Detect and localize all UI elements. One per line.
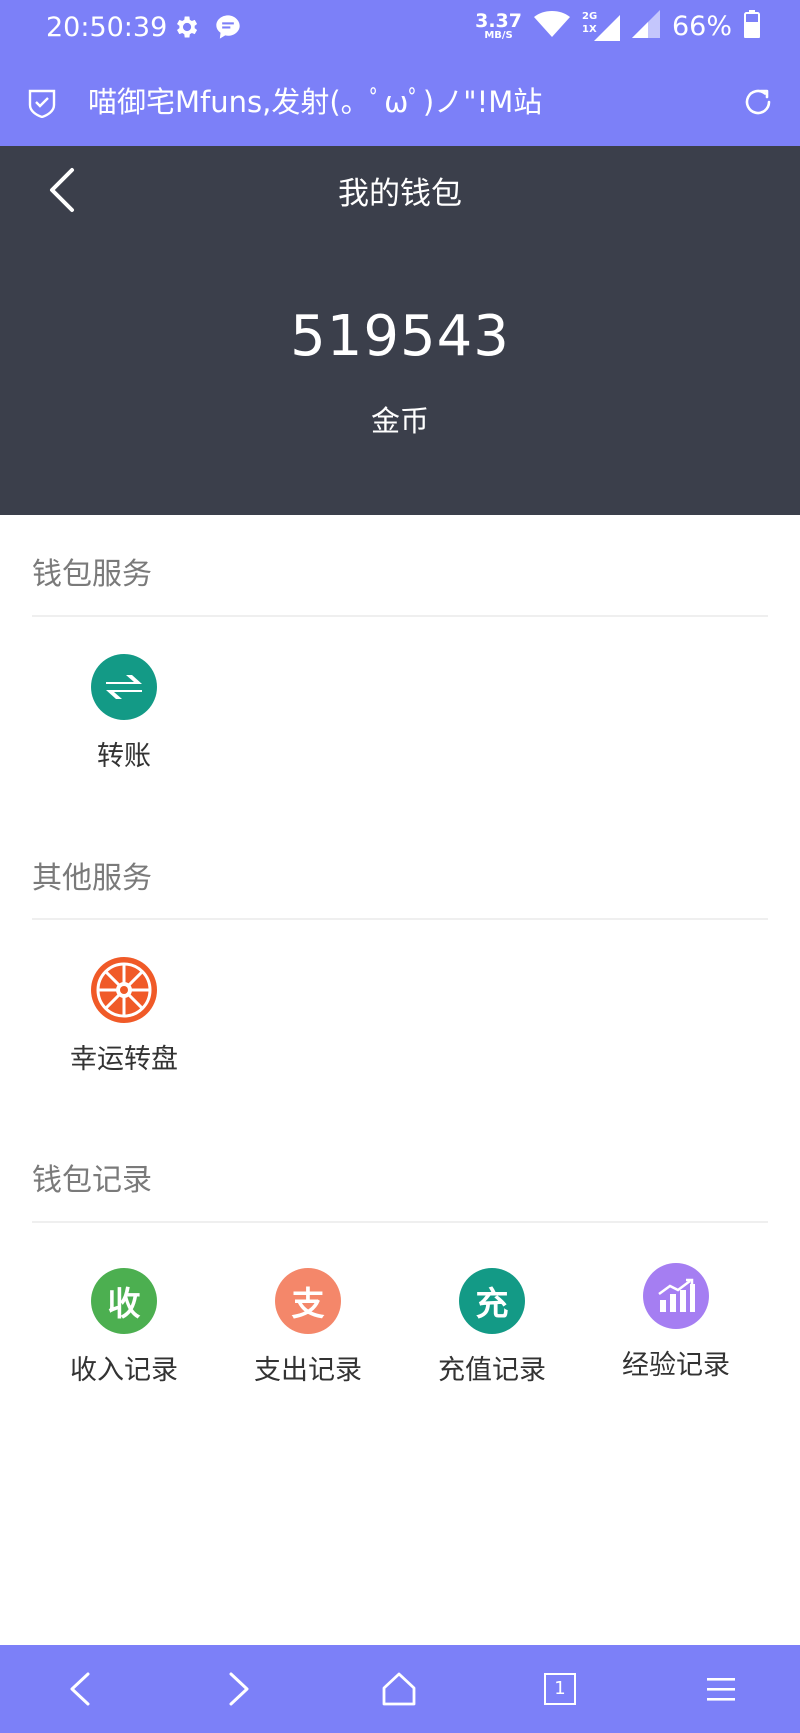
tab-count: 1 xyxy=(544,1673,576,1705)
message-bubble-icon xyxy=(214,13,242,45)
expense-icon: 支 xyxy=(275,1268,341,1334)
income-record-label: 收入记录 xyxy=(70,1355,178,1386)
lucky-wheel-label: 幸运转盘 xyxy=(70,1044,178,1075)
section-title-wallet-records: 钱包记录 xyxy=(32,1163,152,1198)
status-notification-icons xyxy=(172,13,242,45)
page-title-wallet: 我的钱包 xyxy=(338,176,462,212)
nav-forward-icon[interactable] xyxy=(217,1667,261,1711)
security-shield-icon[interactable] xyxy=(28,88,56,122)
transfer-button[interactable]: 转账 xyxy=(32,654,216,773)
income-record-button[interactable]: 收 收入记录 xyxy=(32,1268,216,1387)
coin-unit-label: 金币 xyxy=(370,404,429,438)
nav-home-icon[interactable] xyxy=(377,1667,421,1711)
lucky-wheel-button[interactable]: 幸运转盘 xyxy=(32,957,216,1076)
cellular-signal-2-icon xyxy=(631,10,660,42)
reload-icon[interactable] xyxy=(742,86,774,122)
nav-back-icon[interactable] xyxy=(58,1667,102,1711)
nav-menu-icon[interactable] xyxy=(699,1667,743,1711)
expense-record-label: 支出记录 xyxy=(254,1355,362,1386)
transfer-label: 转账 xyxy=(97,741,151,772)
nav-tabs-icon[interactable]: 1 xyxy=(538,1667,582,1711)
transfer-icon xyxy=(91,654,157,720)
status-system-icons: 3.37 MB/S 2G 1X 66% xyxy=(475,10,760,42)
browser-address-bar: 喵御宅Mfuns,发射(。ﾟωﾟ)ノ"!M站 xyxy=(0,58,800,146)
coin-balance: 519543 xyxy=(290,304,510,369)
section-title-wallet-services: 钱包服务 xyxy=(32,557,152,592)
divider xyxy=(32,615,768,617)
status-time: 20:50:39 xyxy=(46,12,168,43)
cellular-signal-icon: 2G 1X xyxy=(582,11,620,41)
browser-bottom-nav: 1 xyxy=(0,1645,800,1733)
battery-icon xyxy=(744,10,760,42)
wallet-header: 我的钱包 519543 金币 xyxy=(0,146,800,515)
settings-gear-icon xyxy=(172,13,200,45)
divider xyxy=(32,1221,768,1223)
recharge-icon: 充 xyxy=(459,1268,525,1334)
page-title[interactable]: 喵御宅Mfuns,发射(。ﾟωﾟ)ノ"!M站 xyxy=(88,58,668,146)
divider xyxy=(32,918,768,920)
wifi-icon xyxy=(533,10,570,42)
recharge-record-label: 充值记录 xyxy=(438,1355,546,1386)
experience-chart-icon xyxy=(643,1263,709,1329)
lucky-wheel-icon xyxy=(91,957,157,1023)
network-speed: 3.37 MB/S xyxy=(475,9,522,41)
section-title-other-services: 其他服务 xyxy=(32,861,152,896)
income-icon: 收 xyxy=(91,1268,157,1334)
status-bar: 20:50:39 3.37 MB/S 2G 1X 66% xyxy=(0,0,800,58)
recharge-record-button[interactable]: 充 充值记录 xyxy=(400,1268,584,1387)
experience-record-button[interactable]: 经验记录 xyxy=(584,1263,768,1382)
battery-percentage: 66% xyxy=(671,10,732,42)
expense-record-button[interactable]: 支 支出记录 xyxy=(216,1268,400,1387)
experience-record-label: 经验记录 xyxy=(622,1350,730,1381)
